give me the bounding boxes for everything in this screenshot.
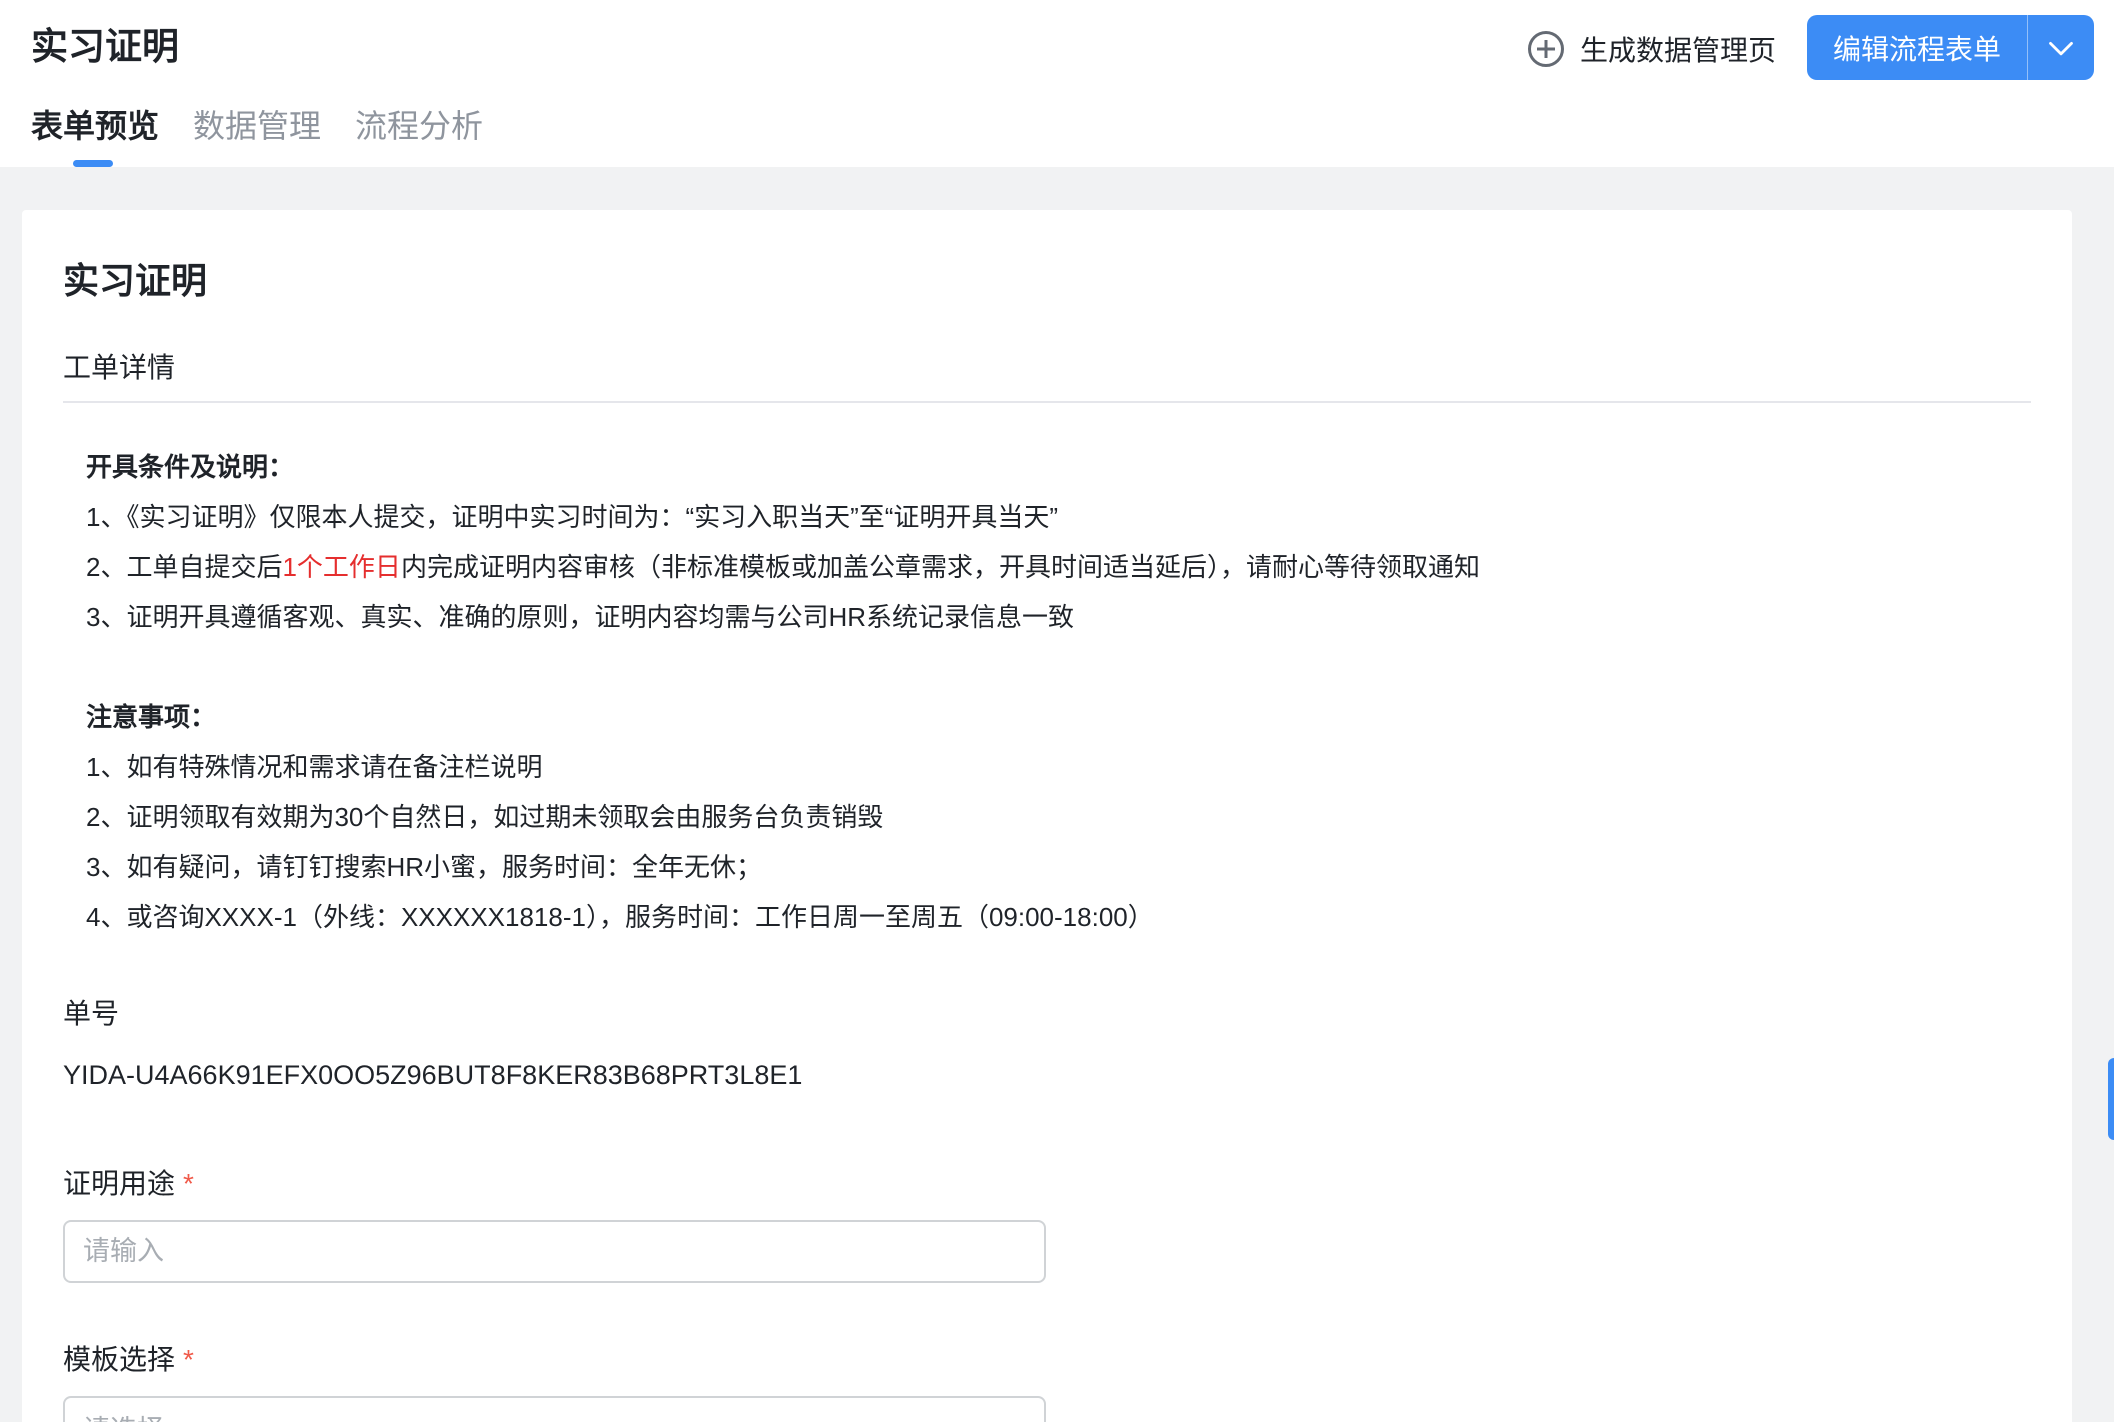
tab-form-preview[interactable]: 表单预览: [31, 100, 159, 167]
top-bar: 实习证明 生成数据管理页 编辑流程表单 表单预览 数据管理 流程分析: [0, 0, 2114, 167]
template-select[interactable]: 请选择: [63, 1396, 1046, 1422]
template-select-placeholder: 请选择: [83, 1408, 164, 1422]
side-panel-handle[interactable]: [2108, 1058, 2114, 1140]
edit-form-split-button: 编辑流程表单: [1807, 15, 2094, 80]
required-mark: *: [183, 1168, 194, 1199]
note-item: 2、证明领取有效期为30个自然日，如过期未领取会由服务台负责销毁: [86, 802, 884, 832]
generate-data-page-label: 生成数据管理页: [1580, 35, 1777, 66]
purpose-label-text: 证明用途: [63, 1168, 176, 1199]
form-card: 实习证明 工单详情 开具条件及说明： 1、《实习证明》仅限本人提交，证明中实习时…: [22, 210, 2072, 1422]
description-text: 开具条件及说明： 1、《实习证明》仅限本人提交，证明中实习时间为：“实习入职当天…: [86, 442, 1480, 942]
condition-item-prefix: 2、工单自提交后: [86, 552, 283, 582]
note-item: 4、或咨询XXXX-1（外线：XXXXXX1818-1），服务时间：工作日周一至…: [86, 902, 1154, 932]
condition-item-suffix: 内完成证明内容审核（非标准模板或加盖公章需求，开具时间适当延后），请耐心等待领取…: [400, 552, 1480, 582]
section-divider: [63, 401, 2031, 403]
purpose-input[interactable]: [63, 1220, 1046, 1283]
generate-data-page-button[interactable]: 生成数据管理页: [1528, 22, 1776, 76]
note-item: 1、如有特殊情况和需求请在备注栏说明: [86, 752, 543, 782]
app-title: 实习证明: [31, 26, 179, 67]
section-title: 工单详情: [63, 352, 176, 383]
edit-options-dropdown[interactable]: [2028, 15, 2094, 80]
plus-circle-icon: [1528, 31, 1564, 67]
highlight-text: 1个工作日: [282, 552, 401, 582]
order-number-value: YIDA-U4A66K91EFX0OO5Z96BUT8F8KER83B68PRT…: [63, 1060, 803, 1090]
chevron-down-icon: [2049, 41, 2073, 55]
condition-item: 2、工单自提交后1个工作日内完成证明内容审核（非标准模板或加盖公章需求，开具时间…: [86, 542, 1480, 592]
form-title: 实习证明: [63, 260, 208, 301]
condition-item: 1、《实习证明》仅限本人提交，证明中实习时间为：“实习入职当天”至“证明开具当天…: [86, 502, 1059, 532]
template-label-text: 模板选择: [63, 1344, 176, 1375]
tab-bar: 表单预览 数据管理 流程分析: [31, 100, 483, 167]
required-mark: *: [183, 1344, 194, 1375]
purpose-field-label: 证明用途 *: [63, 1162, 194, 1202]
template-field-label: 模板选择 *: [63, 1338, 194, 1378]
tab-process-analysis[interactable]: 流程分析: [355, 100, 483, 152]
conditions-heading: 开具条件及说明：: [86, 452, 295, 482]
note-item: 3、如有疑问，请钉钉搜索HR小蜜，服务时间：全年无休；: [86, 852, 763, 882]
chevron-down-icon: [1000, 1416, 1022, 1422]
tab-data-management[interactable]: 数据管理: [193, 100, 321, 152]
condition-item: 3、证明开具遵循客观、真实、准确的原则，证明内容均需与公司HR系统记录信息一致: [86, 602, 1075, 632]
notes-heading: 注意事项：: [86, 702, 217, 732]
edit-process-form-button[interactable]: 编辑流程表单: [1807, 15, 2027, 80]
order-number-label: 单号: [63, 998, 120, 1029]
